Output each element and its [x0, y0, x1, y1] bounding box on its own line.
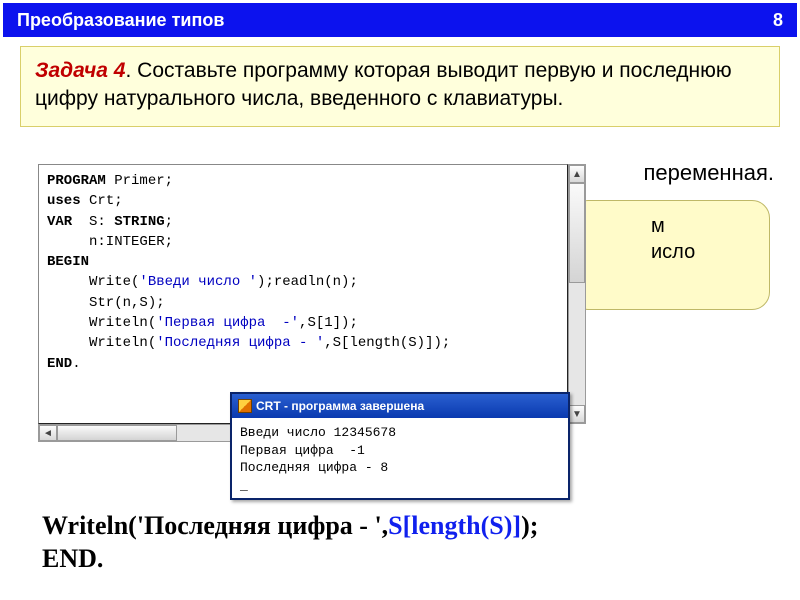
scroll-left-button[interactable]: ◄ [39, 425, 57, 441]
scroll-down-button[interactable]: ▼ [569, 405, 585, 423]
crt-titlebar[interactable]: CRT - программа завершена [232, 394, 568, 418]
scroll-track-v[interactable] [569, 183, 585, 405]
scroll-up-button[interactable]: ▲ [569, 165, 585, 183]
crt-console-output: Введи число 12345678 Первая цифра -1 Пос… [232, 418, 568, 498]
code-scrollbar-vertical[interactable]: ▲ ▼ [568, 164, 586, 424]
slide-titlebar: Преобразование типов 8 [3, 3, 797, 37]
scroll-thumb-v[interactable] [569, 183, 585, 283]
task-dot: . [125, 59, 137, 82]
crt-output-window: CRT - программа завершена Введи число 12… [230, 392, 570, 500]
background-text: переменная. [643, 160, 774, 186]
bottom-line-1: Writeln('Последняя цифра - ',S[length(S)… [42, 510, 538, 543]
crt-title-text: CRT - программа завершена [256, 399, 424, 413]
hint-box-partial: м исло [570, 200, 770, 310]
scroll-thumb-h[interactable] [57, 425, 177, 441]
task-box: Задача 4. Составьте программу которая вы… [20, 46, 780, 127]
slide-title: Преобразование типов [17, 10, 224, 31]
hint-line-1: м [651, 213, 759, 239]
bottom-line-2: END. [42, 543, 538, 576]
slide: Преобразование типов 8 Задача 4. Составь… [0, 0, 800, 600]
task-label: Задача 4 [35, 59, 125, 82]
code-content: PROGRAM Primer; uses Crt; VAR S: STRING;… [39, 165, 567, 380]
bottom-code-snippet: Writeln('Последняя цифра - ',S[length(S)… [42, 510, 538, 575]
code-editor: PROGRAM Primer; uses Crt; VAR S: STRING;… [38, 164, 568, 424]
hint-line-2: исло [651, 239, 759, 265]
crt-app-icon [238, 399, 252, 413]
slide-page-number: 8 [773, 10, 783, 31]
task-text: Составьте программу которая выводит перв… [35, 59, 732, 110]
